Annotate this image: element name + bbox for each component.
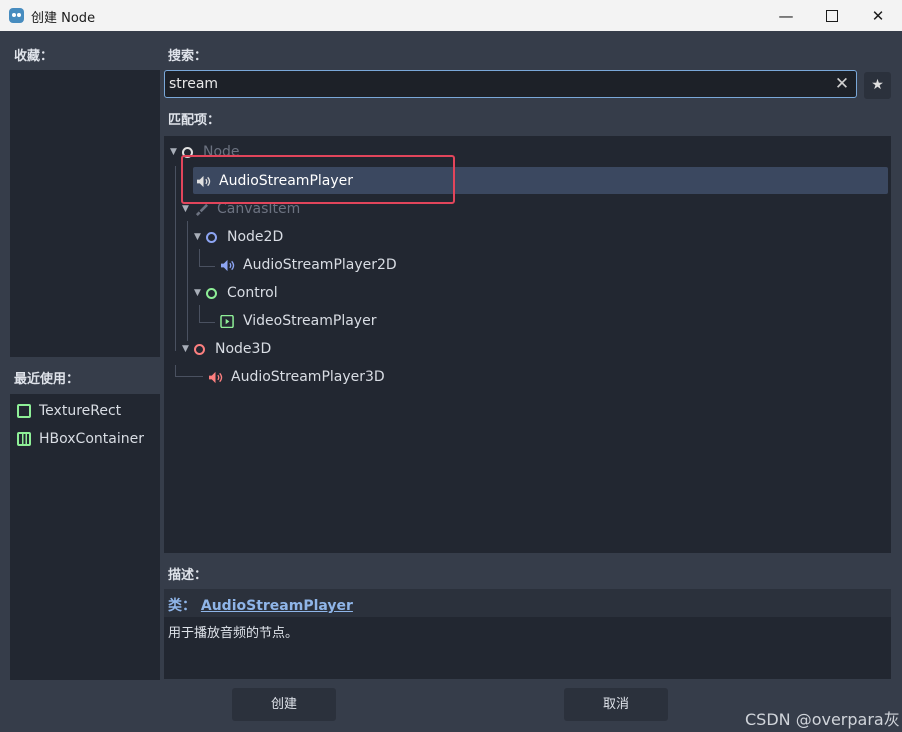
close-icon: ✕ <box>871 6 885 25</box>
annotation-highlight-box <box>181 155 455 204</box>
description-class-line: 类： AudioStreamPlayer <box>168 595 353 615</box>
audio-speaker-3d-icon <box>209 371 223 383</box>
tree-item-videostreamplayer[interactable]: VideoStreamPlayer <box>220 310 376 332</box>
tree-item-node2d[interactable]: ▼ Node2D <box>194 226 283 248</box>
favorites-list[interactable] <box>10 70 160 357</box>
class-prefix: 类： <box>168 598 196 614</box>
tree-item-control[interactable]: ▼ Control <box>194 282 278 304</box>
minimize-button[interactable]: — <box>763 0 809 31</box>
recent-item-texturerect[interactable]: TextureRect <box>17 401 121 421</box>
cancel-button[interactable]: 取消 <box>564 688 668 721</box>
minimize-icon: — <box>778 6 794 25</box>
search-label: 搜索： <box>168 49 208 64</box>
brush-icon <box>195 203 208 216</box>
description-text: 用于播放音频的节点。 <box>168 626 299 641</box>
search-input[interactable] <box>169 74 829 94</box>
recent-item-label: TextureRect <box>39 403 122 419</box>
clear-search-icon[interactable]: ✕ <box>832 73 852 95</box>
chevron-down-icon: ▼ <box>194 288 201 298</box>
favorite-toggle-button[interactable]: ★ <box>864 72 891 99</box>
maximize-icon <box>826 9 838 22</box>
tree-item-label: Node3D <box>215 341 272 357</box>
video-player-icon <box>220 314 234 328</box>
recent-label: 最近使用： <box>14 372 80 387</box>
tree-item-label: Node2D <box>227 229 284 245</box>
chevron-down-icon: ▼ <box>182 204 189 214</box>
node3d-icon <box>194 343 205 355</box>
audio-speaker-2d-icon <box>221 259 235 271</box>
chevron-down-icon: ▼ <box>194 232 201 242</box>
control-icon <box>206 287 217 299</box>
tree-item-label: VideoStreamPlayer <box>243 313 377 329</box>
texture-rect-icon <box>17 404 31 418</box>
star-icon: ★ <box>871 77 884 93</box>
chevron-down-icon: ▼ <box>170 147 177 157</box>
tree-item-node3d[interactable]: ▼ Node3D <box>182 338 271 360</box>
search-field[interactable]: ✕ <box>164 70 857 98</box>
recent-item-hboxcontainer[interactable]: HBoxContainer <box>17 429 144 449</box>
recent-item-label: HBoxContainer <box>39 431 144 447</box>
tree-item-label: AudioStreamPlayer3D <box>231 369 385 385</box>
class-link[interactable]: AudioStreamPlayer <box>201 598 353 614</box>
tree-item-audiostreamplayer2d[interactable]: AudioStreamPlayer2D <box>220 254 397 276</box>
maximize-button[interactable] <box>809 0 855 31</box>
tree-item-audiostreamplayer3d[interactable]: AudioStreamPlayer3D <box>208 366 385 388</box>
godot-icon <box>9 8 24 23</box>
create-button[interactable]: 创建 <box>232 688 336 721</box>
description-label: 描述： <box>168 568 208 583</box>
favorites-label: 收藏： <box>14 49 54 64</box>
tree-item-label: Control <box>227 285 278 301</box>
tree-item-label: AudioStreamPlayer2D <box>243 257 397 273</box>
watermark: CSDN @overpara灰 <box>745 710 900 729</box>
chevron-down-icon: ▼ <box>182 344 189 354</box>
node2d-icon <box>206 231 217 243</box>
matches-label: 匹配项： <box>168 113 221 128</box>
window-title: 创建 Node <box>31 11 96 26</box>
title-bar: 创建 Node — ✕ <box>0 0 902 31</box>
close-button[interactable]: ✕ <box>855 0 901 31</box>
hbox-container-icon <box>17 432 31 446</box>
